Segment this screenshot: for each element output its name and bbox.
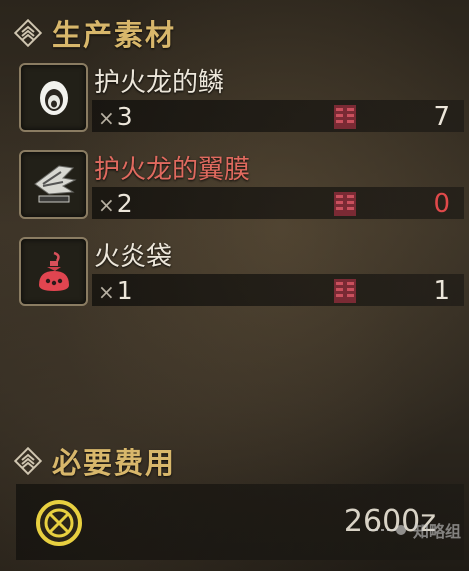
- cost-header: 必要费用: [14, 440, 176, 482]
- diamond-emblem-icon: [14, 19, 42, 47]
- material-row[interactable]: 护火龙的翼膜 ×2 0: [16, 147, 464, 226]
- materials-title: 生产素材: [52, 18, 177, 52]
- cost-title: 必要费用: [52, 446, 177, 480]
- owned-quantity: 1: [433, 276, 450, 306]
- material-name: 护火龙的鳞: [94, 68, 225, 98]
- diamond-emblem-icon: [14, 447, 42, 475]
- watermark-text: 知略组: [412, 522, 461, 541]
- scale-icon: [39, 80, 68, 115]
- flame-sac-icon: [38, 251, 69, 291]
- required-quantity: ×1: [98, 276, 133, 305]
- shuttlecock-logo-icon: [368, 525, 406, 535]
- quantity-bar: [92, 100, 464, 132]
- owned-quantity: 0: [433, 189, 450, 219]
- zenny-coin-icon: [36, 500, 82, 546]
- crafting-panel: 生产素材 护火龙的鳞 ×3 7 护火龙的翼膜 ×2 0 火炎袋 ×1 1 必要费…: [0, 0, 469, 571]
- wing-membrane-icon: [33, 164, 77, 202]
- material-icon-frame: [19, 63, 88, 132]
- material-row[interactable]: 火炎袋 ×1 1: [16, 234, 464, 313]
- item-box-icon: [334, 192, 356, 216]
- required-quantity: ×2: [98, 189, 133, 218]
- item-box-icon: [334, 279, 356, 303]
- material-row[interactable]: 护火龙的鳞 ×3 7: [16, 60, 464, 139]
- material-icon-frame: [19, 237, 88, 306]
- material-name: 护火龙的翼膜: [94, 155, 251, 185]
- material-name: 火炎袋: [94, 242, 173, 272]
- item-box-icon: [334, 105, 356, 129]
- owned-quantity: 7: [433, 102, 450, 132]
- watermark: 知略组: [367, 518, 461, 542]
- required-quantity: ×3: [98, 102, 133, 131]
- quantity-bar: [92, 274, 464, 306]
- quantity-bar: [92, 187, 464, 219]
- material-icon-frame: [19, 150, 88, 219]
- materials-header: 生产素材: [14, 12, 176, 54]
